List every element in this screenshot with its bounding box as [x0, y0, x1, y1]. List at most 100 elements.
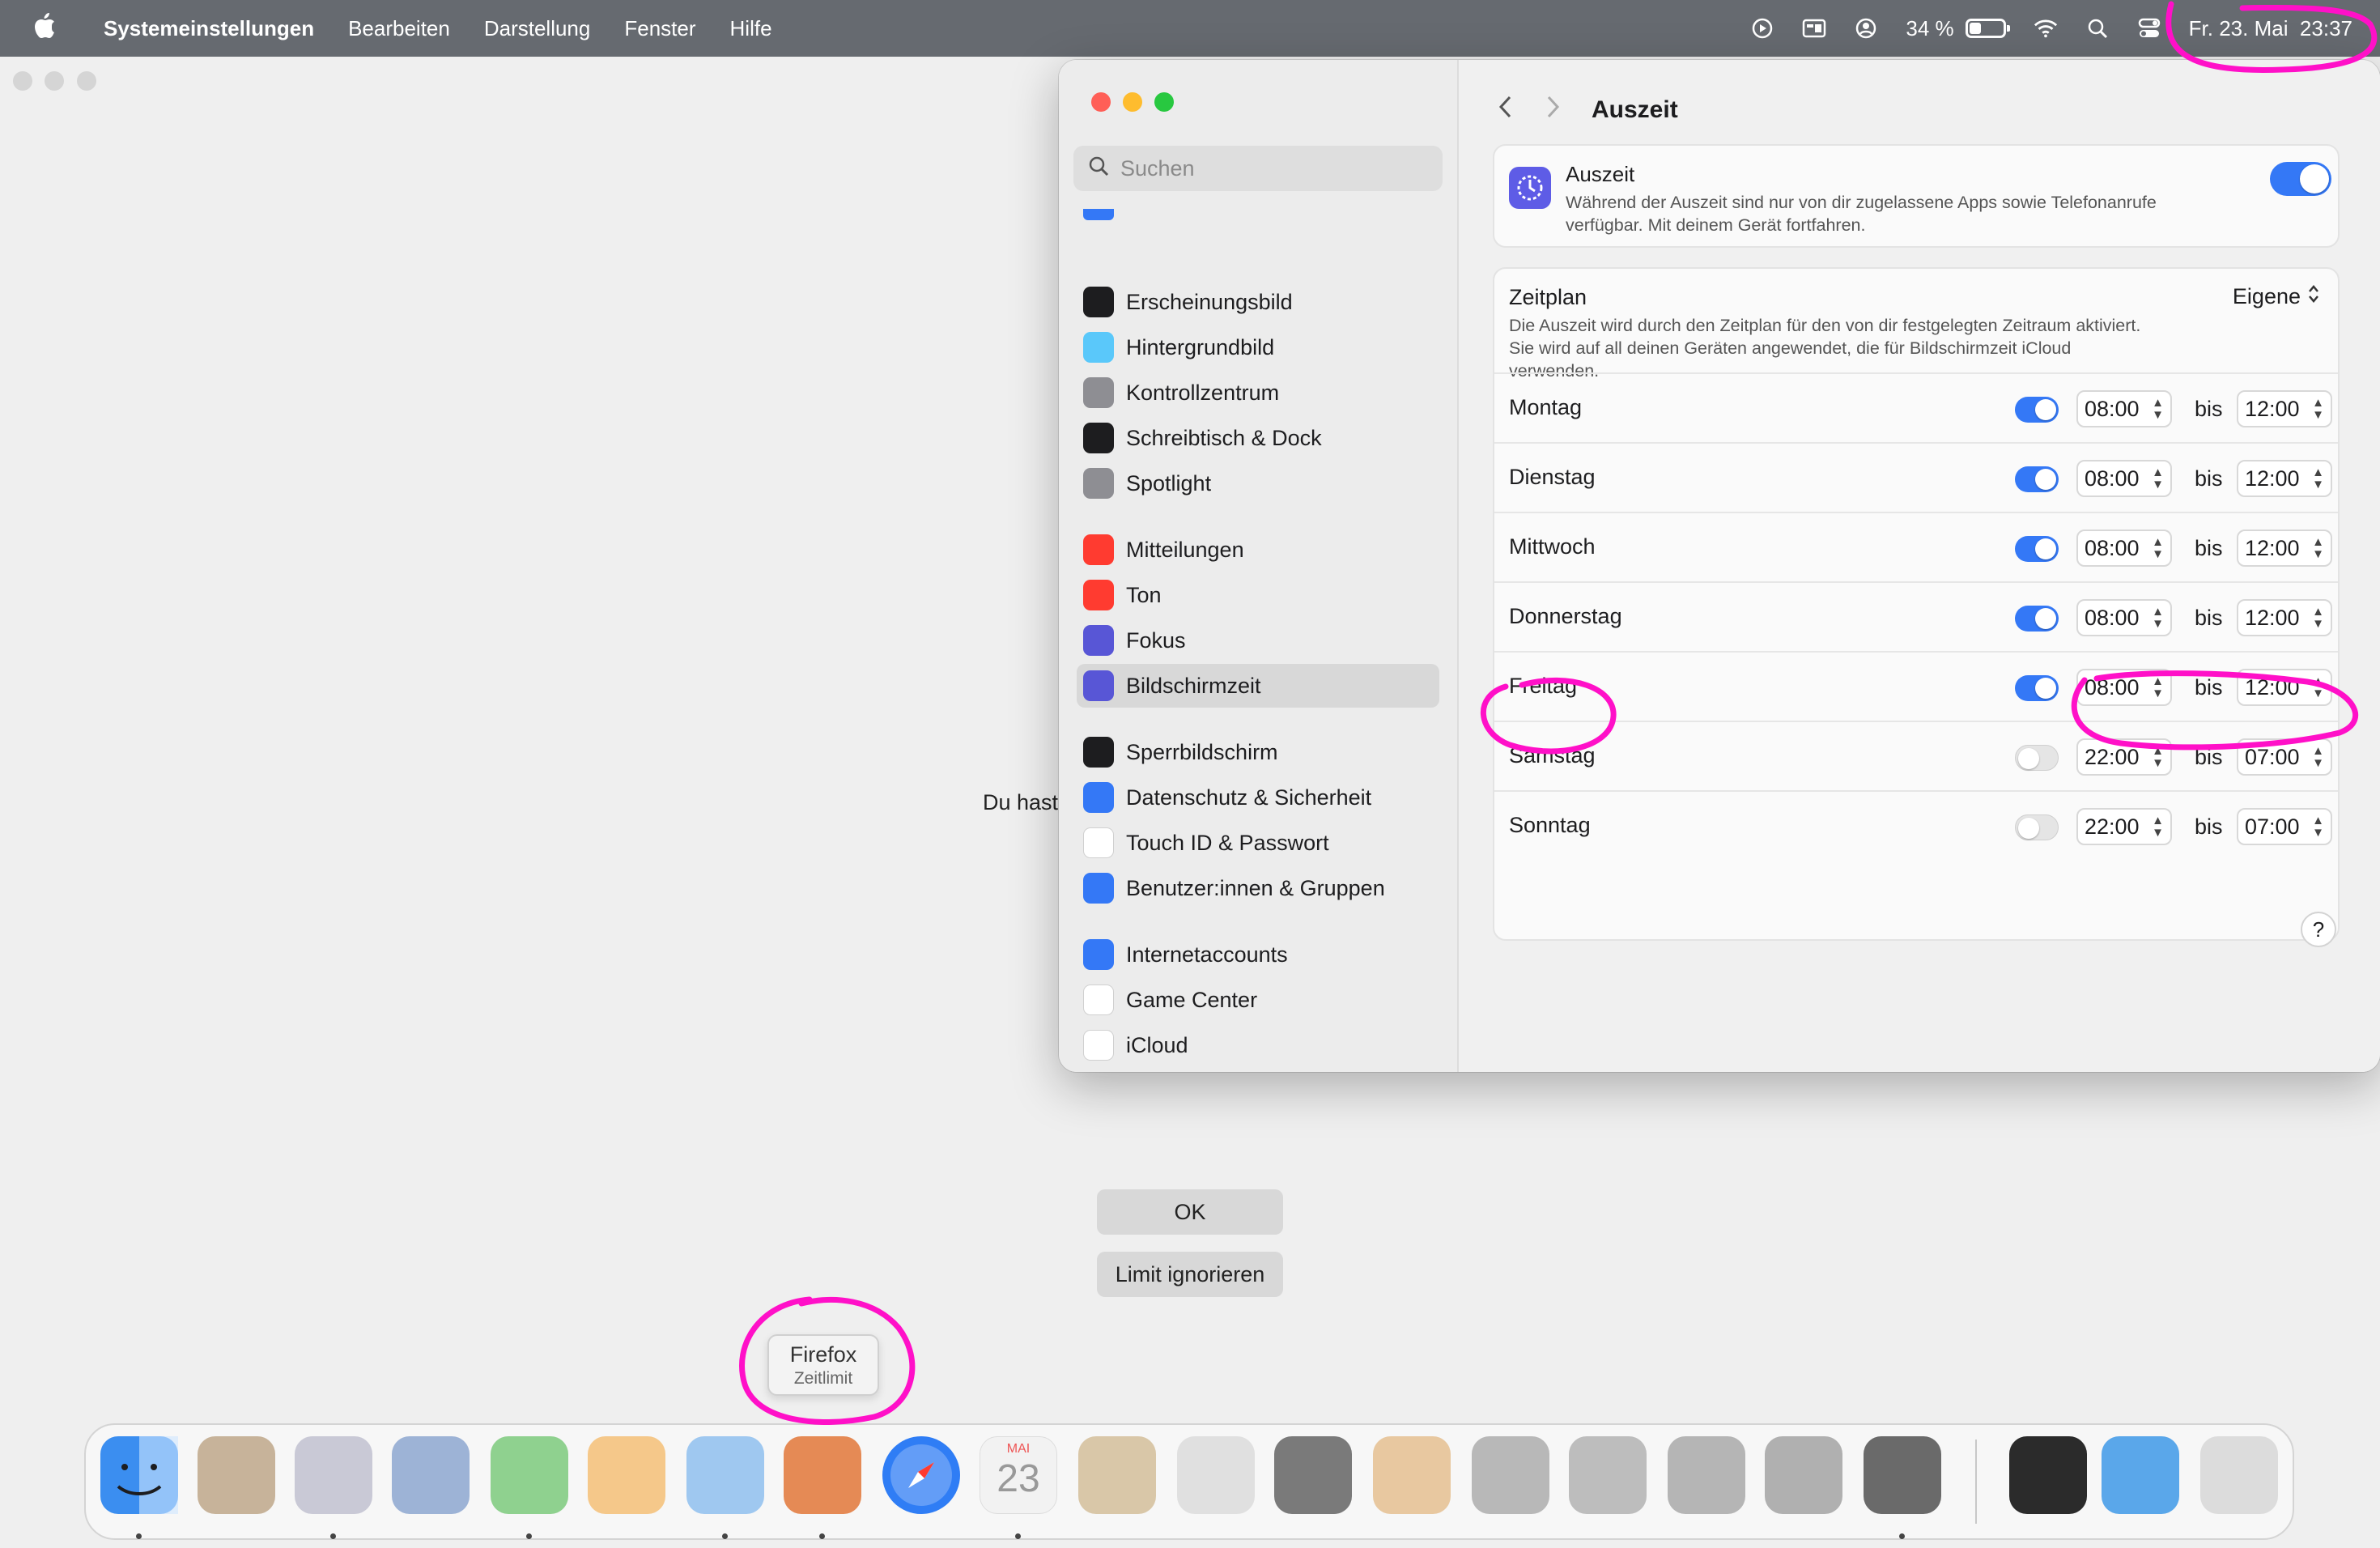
sidebar-item-desktop-dock[interactable]: Schreibtisch & Dock [1077, 416, 1439, 460]
day-toggle[interactable] [2015, 745, 2059, 771]
sidebar-item-game-center[interactable]: Game Center [1077, 978, 1439, 1022]
from-time-stepper[interactable]: 08:00 ▲ ▼ [2076, 460, 2172, 497]
from-time-stepper[interactable]: 22:00 ▲ ▼ [2076, 808, 2172, 845]
elephant-app-icon[interactable] [198, 1436, 275, 1514]
sidebar-item-privacy-hand[interactable]: Datenschutz & Sicherheit [1077, 776, 1439, 819]
sidebar-item-fingerprint[interactable]: Touch ID & Passwort [1077, 821, 1439, 865]
ok-button[interactable]: OK [1097, 1189, 1283, 1235]
sidebar-item-wallet[interactable]: Wallet & Apple Pay [1077, 1069, 1439, 1072]
day-toggle[interactable] [2015, 675, 2059, 701]
from-time-stepper[interactable]: 08:00 ▲ ▼ [2076, 529, 2172, 567]
to-time-stepper[interactable]: 12:00 ▲ ▼ [2237, 599, 2332, 636]
from-time-stepper[interactable]: 08:00 ▲ ▼ [2076, 390, 2172, 427]
bg-window-zoom-button[interactable] [77, 71, 96, 91]
stepper-arrows-icon[interactable]: ▲ ▼ [2152, 745, 2164, 769]
stepper-arrows-icon[interactable]: ▲ ▼ [2312, 745, 2324, 769]
stepper-arrows-icon[interactable]: ▲ ▼ [2312, 536, 2324, 560]
downtime-toggle[interactable] [2270, 162, 2331, 196]
day-toggle[interactable] [2015, 536, 2059, 562]
day-toggle[interactable] [2015, 466, 2059, 492]
menubar-clock[interactable]: Fr. 23. Mai 23:37 [2189, 16, 2352, 41]
sidebar-item-spotlight[interactable]: Spotlight [1077, 461, 1439, 505]
numbers-icon[interactable] [491, 1436, 568, 1514]
mail-icon[interactable] [686, 1436, 764, 1514]
help-button[interactable]: ? [2301, 912, 2336, 947]
to-time-stepper[interactable]: 12:00 ▲ ▼ [2237, 390, 2332, 427]
stepper-arrows-icon[interactable]: ▲ ▼ [2152, 814, 2164, 839]
trash-icon[interactable] [2200, 1436, 2278, 1514]
sidebar-item-screen-time[interactable]: Bildschirmzeit [1077, 664, 1439, 708]
to-time-stepper[interactable]: 07:00 ▲ ▼ [2237, 808, 2332, 845]
clock-icon[interactable] [1177, 1436, 1255, 1514]
image-capture-icon[interactable] [1668, 1436, 1745, 1514]
wifi-icon[interactable] [2034, 16, 2058, 40]
stepper-arrows-icon[interactable]: ▲ ▼ [2152, 675, 2164, 700]
user-icon[interactable] [1854, 16, 1878, 40]
back-chevron-icon[interactable] [1498, 95, 1514, 125]
schedule-mode-popup[interactable]: Eigene [2233, 283, 2320, 310]
stepper-arrows-icon[interactable]: ▲ ▼ [2312, 814, 2324, 839]
sidebar-item-at[interactable]: Internetaccounts [1077, 933, 1439, 976]
day-toggle[interactable] [2015, 606, 2059, 632]
stepper-arrows-icon[interactable]: ▲ ▼ [2312, 606, 2324, 630]
to-time-stepper[interactable]: 12:00 ▲ ▼ [2237, 460, 2332, 497]
gimp-icon[interactable] [1569, 1436, 1647, 1514]
contacts-icon[interactable] [1078, 1436, 1156, 1514]
menu-darstellung[interactable]: Darstellung [484, 16, 591, 41]
stepper-arrows-icon[interactable]: ▲ ▼ [2312, 675, 2324, 700]
menu-hilfe[interactable]: Hilfe [730, 16, 772, 41]
stepper-arrows-icon[interactable]: ▲ ▼ [2152, 466, 2164, 491]
sidebar-item-users[interactable]: Benutzer:innen & Gruppen [1077, 866, 1439, 910]
sidebar-item-lock-screen[interactable]: Sperrbildschirm [1077, 730, 1439, 774]
system-settings-icon[interactable] [1864, 1436, 1941, 1514]
stepper-arrows-icon[interactable]: ▲ ▼ [2312, 397, 2324, 421]
play-icon[interactable] [1750, 16, 1774, 40]
sidebar-item-control-center[interactable]: Kontrollzentrum [1077, 371, 1439, 415]
system-info-icon[interactable] [1765, 1436, 1842, 1514]
sidebar-item-appearance[interactable]: Erscheinungsbild [1077, 280, 1439, 324]
sidebar-item-icloud[interactable]: iCloud [1077, 1023, 1439, 1067]
window-icon[interactable] [1802, 16, 1826, 40]
forward-chevron-icon[interactable] [1545, 95, 1561, 125]
apple-menu-icon[interactable] [32, 11, 57, 46]
stepper-arrows-icon[interactable]: ▲ ▼ [2152, 606, 2164, 630]
from-time-stepper[interactable]: 08:00 ▲ ▼ [2076, 599, 2172, 636]
bbedit-icon[interactable] [295, 1436, 372, 1514]
bg-window-close-button[interactable] [13, 71, 32, 91]
search-icon[interactable] [2085, 16, 2110, 40]
from-time-stepper[interactable]: 08:00 ▲ ▼ [2076, 669, 2172, 706]
calendar-icon[interactable]: MAI 23 [980, 1436, 1057, 1514]
stepper-arrows-icon[interactable]: ▲ ▼ [2152, 397, 2164, 421]
sidebar-item-wallpaper[interactable]: Hintergrundbild [1077, 325, 1439, 369]
sidebar-item-focus[interactable]: Fokus [1077, 619, 1439, 662]
pages-icon[interactable] [588, 1436, 665, 1514]
search-field[interactable]: Suchen [1073, 146, 1443, 191]
menu-app-name[interactable]: Systemeinstellungen [104, 16, 314, 41]
r-icon[interactable] [392, 1436, 470, 1514]
downloads-folder-icon[interactable] [2102, 1436, 2179, 1514]
to-time-stepper[interactable]: 07:00 ▲ ▼ [2237, 738, 2332, 776]
from-time-stepper[interactable]: 22:00 ▲ ▼ [2076, 738, 2172, 776]
to-time-stepper[interactable]: 12:00 ▲ ▼ [2237, 669, 2332, 706]
sidebar-item-sound[interactable]: Ton [1077, 573, 1439, 617]
day-toggle[interactable] [2015, 814, 2059, 840]
stepper-arrows-icon[interactable]: ▲ ▼ [2312, 466, 2324, 491]
finder-icon[interactable] [100, 1436, 178, 1514]
to-time-stepper[interactable]: 12:00 ▲ ▼ [2237, 529, 2332, 567]
activity-monitor-icon[interactable] [2009, 1436, 2087, 1514]
sidebar-item-cut-off[interactable] [1077, 202, 1439, 220]
minimize-button[interactable] [1123, 92, 1142, 112]
menu-fenster[interactable]: Fenster [624, 16, 695, 41]
control-center-icon[interactable] [2137, 16, 2161, 40]
close-button[interactable] [1091, 92, 1111, 112]
zoom-button[interactable] [1154, 92, 1174, 112]
menu-bearbeiten[interactable]: Bearbeiten [348, 16, 450, 41]
firefox-icon[interactable] [784, 1436, 861, 1514]
day-toggle[interactable] [2015, 397, 2059, 423]
battery-icon[interactable] [1965, 19, 2010, 38]
gimp-creature-icon[interactable] [1472, 1436, 1549, 1514]
terminal-icon[interactable] [1274, 1436, 1352, 1514]
safari-icon[interactable] [882, 1436, 960, 1514]
preview-icon[interactable] [1373, 1436, 1451, 1514]
stepper-arrows-icon[interactable]: ▲ ▼ [2152, 536, 2164, 560]
